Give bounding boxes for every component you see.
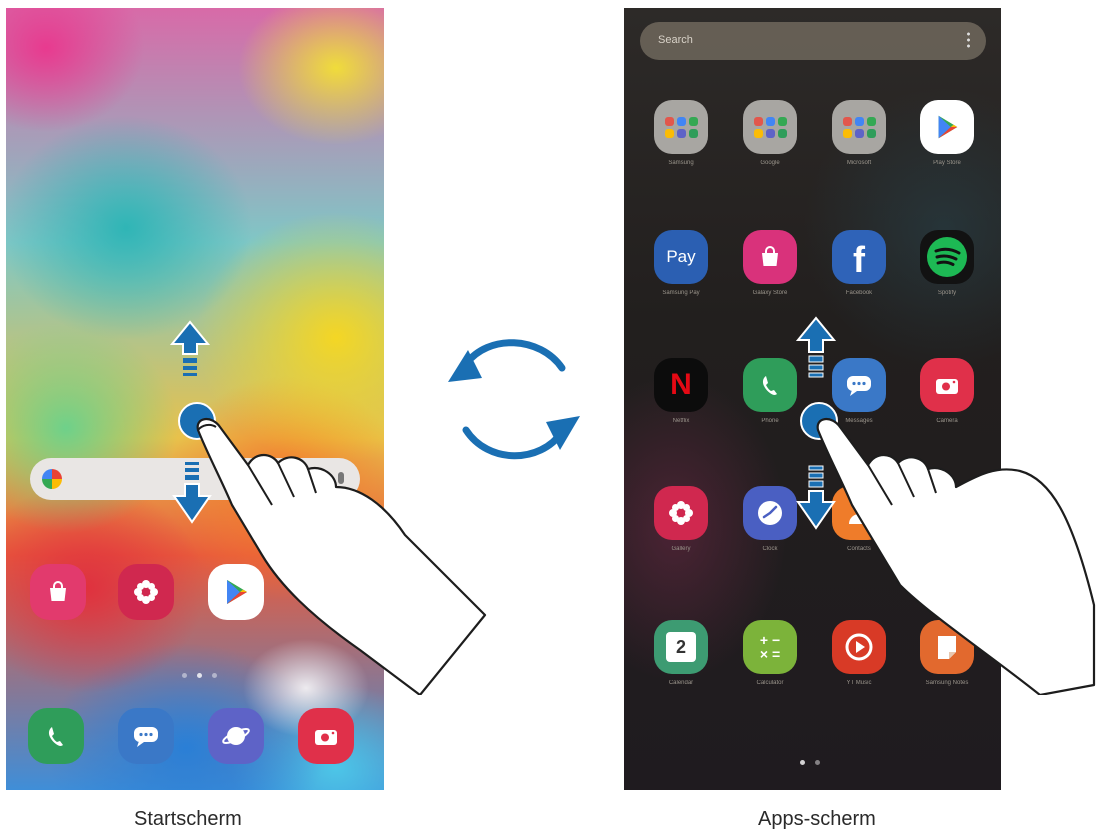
app-calendar[interactable]: 2 Calendar <box>639 620 723 690</box>
flower-icon <box>654 486 708 540</box>
app-samsung-pay[interactable]: Pay Samsung Pay <box>639 230 723 300</box>
app-label: Galaxy Store <box>752 290 788 296</box>
chat-bubble-icon <box>832 358 886 412</box>
dock-phone[interactable] <box>28 708 84 764</box>
folder-icon <box>743 100 797 154</box>
camera-icon <box>920 358 974 412</box>
folder-icon <box>832 100 886 154</box>
apps-page-indicator <box>800 760 820 765</box>
planet-icon <box>222 727 250 745</box>
app-label: Google <box>760 160 780 166</box>
facebook-f-icon: f <box>832 230 886 284</box>
app-label: Clock <box>762 546 778 552</box>
app-netflix[interactable]: N Netflix <box>639 358 723 428</box>
folder-icon <box>654 100 708 154</box>
app-label: Calculator <box>756 680 784 686</box>
app-label: Spotify <box>937 290 957 296</box>
app-google[interactable]: Google <box>728 100 812 170</box>
camera-icon <box>315 730 337 745</box>
dock-internet[interactable] <box>208 708 264 764</box>
app-label: Gallery <box>671 546 691 552</box>
app-calculator[interactable]: + − × = Calculator <box>728 620 812 690</box>
app-label: Facebook <box>845 290 873 296</box>
swipe-up-arrow <box>170 320 210 376</box>
dock-camera[interactable] <box>298 708 354 764</box>
apps-search-bar[interactable]: Search <box>640 22 986 60</box>
shopping-bag-icon <box>743 230 797 284</box>
pay-icon: Pay <box>654 230 708 284</box>
shopping-bag-icon <box>50 581 66 601</box>
app-microsoft[interactable]: Microsoft <box>817 100 901 170</box>
app-gallery[interactable] <box>118 564 174 620</box>
calendar-icon: 2 <box>654 620 708 674</box>
app-label: Microsoft <box>846 160 872 166</box>
app-label: Play Store <box>933 160 961 166</box>
app-label: Samsung Pay <box>662 290 700 296</box>
dock-messages[interactable] <box>118 708 174 764</box>
caption-home: Startscherm <box>134 808 242 830</box>
chat-bubble-icon <box>134 727 158 747</box>
google-g-icon <box>42 469 62 489</box>
hand-illustration-right <box>816 418 1096 695</box>
app-play-store[interactable]: Play Store <box>905 100 989 170</box>
search-placeholder: Search <box>658 34 693 46</box>
apps-swipe-up-arrow <box>796 316 836 378</box>
switch-arrows-icon <box>448 339 580 460</box>
clock-icon <box>743 486 797 540</box>
app-facebook[interactable]: f Facebook <box>817 230 901 300</box>
app-label: Netflix <box>672 418 690 424</box>
spotify-icon <box>920 230 974 284</box>
play-triangle-icon <box>920 100 974 154</box>
app-galaxy-store[interactable] <box>30 564 86 620</box>
caption-apps: Apps-scherm <box>758 808 876 830</box>
phone-handset-icon <box>743 358 797 412</box>
app-spotify[interactable]: Spotify <box>905 230 989 300</box>
phone-handset-icon <box>48 727 63 746</box>
app-label: Calendar <box>668 680 694 686</box>
flower-icon <box>134 580 158 604</box>
app-gallery[interactable]: Gallery <box>639 486 723 556</box>
app-label: Samsung <box>668 160 694 166</box>
app-samsung[interactable]: Samsung <box>639 100 723 170</box>
netflix-icon: N <box>654 358 708 412</box>
calculator-icon: + − × = <box>743 620 797 674</box>
app-galaxy-store[interactable]: Galaxy Store <box>728 230 812 300</box>
more-options-icon[interactable] <box>967 31 970 49</box>
